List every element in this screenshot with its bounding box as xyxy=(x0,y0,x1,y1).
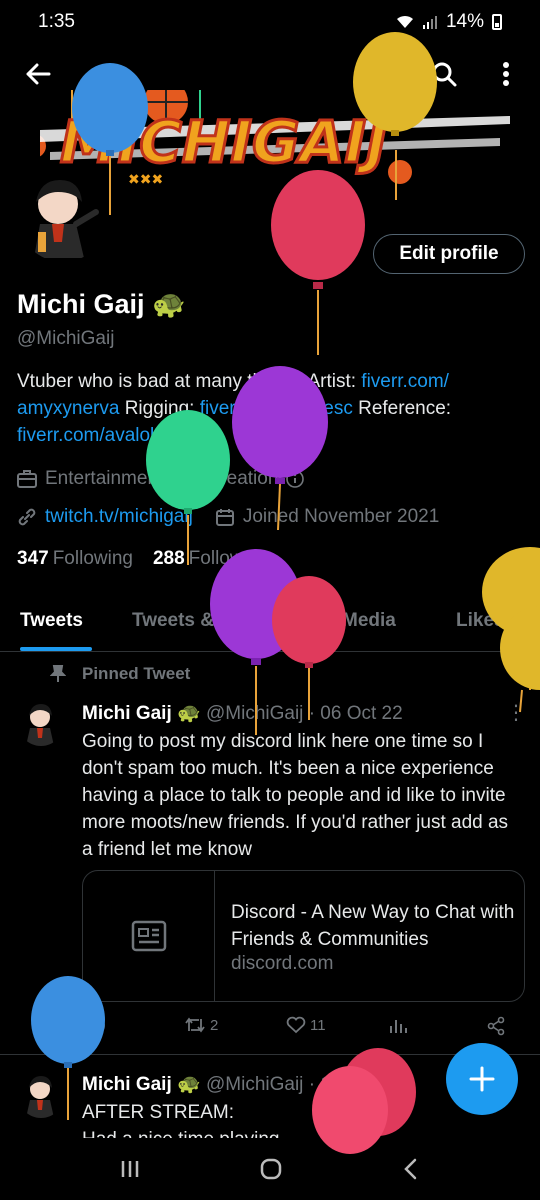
status-time: 1:35 xyxy=(38,11,75,32)
retweet-icon xyxy=(185,1017,205,1033)
profile-handle: @MichiGaij xyxy=(17,328,115,349)
profile-avatar[interactable] xyxy=(14,168,112,266)
share-button[interactable] xyxy=(486,1016,506,1036)
avatar-character-image xyxy=(26,1076,54,1118)
tweet-author-handle[interactable]: @MichiGaij xyxy=(206,1074,303,1095)
turtle-emoji: 🐢 xyxy=(177,703,201,724)
heart-icon xyxy=(286,1016,306,1034)
tweet-body: Going to post my discord link here one t… xyxy=(82,731,509,860)
card-title: Discord - A New Way to Chat with Friends… xyxy=(231,902,515,950)
active-tab-indicator xyxy=(20,647,92,651)
views-icon xyxy=(390,1020,407,1033)
link-preview-card[interactable]: Discord - A New Way to Chat with Friends… xyxy=(82,870,525,1002)
reply-icon xyxy=(88,1018,105,1036)
recent-apps-icon[interactable] xyxy=(119,1158,141,1180)
tweet-author-handle[interactable]: @MichiGaij xyxy=(206,703,303,724)
back-button[interactable] xyxy=(18,54,58,94)
retweet-count: 2 xyxy=(210,1016,219,1034)
retweet-button[interactable]: 2 xyxy=(184,1016,218,1034)
profile-name: Michi Gaij 🐢 xyxy=(17,289,186,319)
avatar-character-image xyxy=(26,704,54,746)
tweet-header: Michi Gaij 🐢 @MichiGaij · 1 May xyxy=(82,1072,372,1096)
profile-joined: Joined November 2021 xyxy=(242,506,440,527)
wifi-icon xyxy=(396,15,413,28)
tweet-avatar[interactable] xyxy=(18,1072,64,1118)
views-button[interactable] xyxy=(388,1016,408,1034)
info-icon[interactable] xyxy=(286,470,305,488)
tweet-avatar[interactable] xyxy=(18,700,64,746)
profile-website-joined: twitch.tv/michigaij Joined November 2021 xyxy=(17,506,439,528)
following-link[interactable]: 347 Following xyxy=(17,548,133,570)
tweet-header: Michi Gaij 🐢 @MichiGaij · 06 Oct 22 xyxy=(82,701,403,725)
bio-link-fiverr-amyxynerva-cont[interactable]: amyxynerva xyxy=(17,398,119,419)
avatar-character-image xyxy=(34,180,99,258)
compose-tweet-button[interactable] xyxy=(446,1043,518,1115)
banner-logo: MICHIGAIJ ✖✖✖ ✖✖✖ xyxy=(40,90,510,200)
followers-link[interactable]: 288 Followers xyxy=(153,548,270,570)
battery-icon xyxy=(492,14,502,30)
battery-percent: 14% xyxy=(445,11,484,32)
profile-bio: Vtuber who is bad at many things. Artist… xyxy=(17,371,452,446)
profile-category: Entertainment & Recreation xyxy=(17,468,305,490)
profile-stats: 347 Following 288 Followers xyxy=(17,548,270,570)
more-vertical-icon xyxy=(503,62,509,86)
tab-tweets-replies[interactable]: Tweets & replies xyxy=(132,610,281,632)
bio-link-fiverr-avaloki[interactable]: fiverr.com/avaloki xyxy=(17,425,164,446)
tab-likes[interactable]: Likes xyxy=(456,610,505,632)
like-button[interactable]: 11 xyxy=(286,1016,326,1034)
search-icon xyxy=(432,62,457,87)
card-thumbnail xyxy=(83,871,215,1001)
tweet-actions: 2 11 xyxy=(82,1016,522,1042)
signal-icon xyxy=(422,16,437,29)
tab-media[interactable]: Media xyxy=(342,610,396,632)
briefcase-icon xyxy=(17,470,37,488)
tweet-author-name[interactable]: Michi Gaij xyxy=(82,703,172,724)
pinned-tweet-label: Pinned Tweet xyxy=(50,664,190,684)
home-icon[interactable] xyxy=(259,1157,283,1181)
back-arrow-icon xyxy=(26,63,51,85)
bio-link-fiverr-adhiesc[interactable]: fiverr.com/adhiesc xyxy=(200,398,353,419)
pin-icon xyxy=(50,665,66,682)
like-count: 11 xyxy=(310,1016,326,1034)
profile-website-link[interactable]: twitch.tv/michigaij xyxy=(45,506,193,528)
share-icon xyxy=(487,1016,505,1036)
edit-profile-button[interactable]: Edit profile xyxy=(373,234,525,274)
more-button[interactable] xyxy=(486,54,526,94)
bio-link-fiverr-amyxynerva[interactable]: fiverr.com/ xyxy=(361,371,449,392)
plus-icon xyxy=(469,1066,495,1092)
link-icon xyxy=(18,508,36,526)
reply-button[interactable] xyxy=(86,1016,106,1036)
article-icon xyxy=(131,920,166,952)
calendar-icon xyxy=(215,509,234,526)
tweet-date[interactable]: · 1 May xyxy=(309,1074,372,1095)
card-domain: discord.com xyxy=(231,953,334,974)
svg-text:MICHIGAIJ: MICHIGAIJ xyxy=(60,108,388,176)
svg-text:✖✖✖: ✖✖✖ xyxy=(128,172,163,188)
turtle-emoji: 🐢 xyxy=(152,289,186,319)
android-nav-bar xyxy=(0,1138,540,1200)
tweet-more-button[interactable]: ⋮ xyxy=(506,700,526,725)
turtle-emoji: 🐢 xyxy=(177,1074,201,1095)
tweet-date[interactable]: · 06 Oct 22 xyxy=(309,703,403,724)
search-button[interactable] xyxy=(424,54,464,94)
back-nav-icon[interactable] xyxy=(401,1158,421,1180)
status-bar: 1:35 14% xyxy=(0,0,540,44)
profile-tabs: Tweets Tweets & replies Media Likes xyxy=(0,596,540,652)
tab-tweets[interactable]: Tweets xyxy=(20,610,83,632)
top-nav xyxy=(0,52,540,102)
tweet-author-name[interactable]: Michi Gaij xyxy=(82,1074,172,1095)
